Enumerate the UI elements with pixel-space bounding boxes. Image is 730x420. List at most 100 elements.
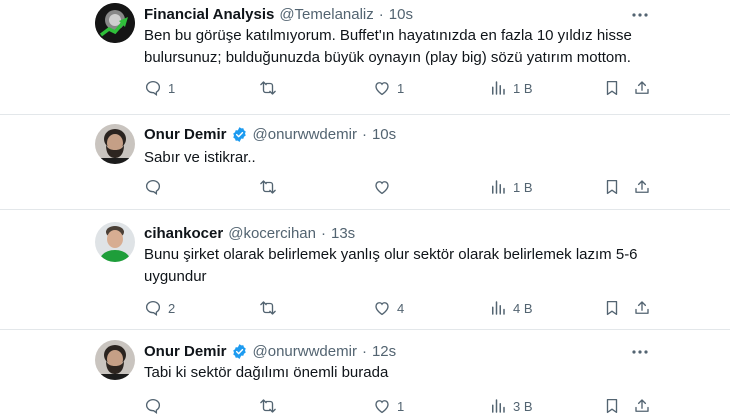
like-count: 1 (397, 398, 405, 414)
display-name[interactable]: Onur Demir (144, 343, 227, 360)
share-icon (635, 180, 649, 193)
bookmark-icon (606, 398, 618, 414)
reply-icon (145, 300, 161, 316)
more-icon (632, 350, 648, 354)
reply-button[interactable]: 1 (144, 78, 175, 98)
user-handle[interactable]: @Temelanaliz (279, 6, 373, 23)
tweet[interactable]: Onur Demir @onurwwdemir · 12s Tabi ki se… (0, 330, 730, 420)
heart-icon (375, 82, 389, 96)
like-button[interactable]: 1 (373, 396, 404, 416)
avatar[interactable] (95, 340, 135, 380)
timestamp[interactable]: 10s (372, 126, 396, 143)
tweet-text: Tabi ki sektör dağılımı önemli burada (144, 364, 389, 381)
heart-icon (375, 400, 389, 414)
reply-button[interactable] (144, 177, 168, 197)
tweet-text: Sabır ve istikrar.. (144, 149, 256, 166)
tweet-header: Onur Demir @onurwwdemir · 12s (144, 340, 396, 362)
tweet[interactable]: Onur Demir @onurwwdemir · 10s Sabır ve i… (0, 115, 730, 210)
timestamp[interactable]: 12s (372, 343, 396, 360)
bookmark-button[interactable] (603, 78, 621, 98)
more-options-button[interactable] (630, 5, 650, 25)
bookmark-button[interactable] (603, 396, 621, 416)
like-button[interactable]: 4 (373, 298, 404, 318)
display-name[interactable]: Financial Analysis (144, 6, 274, 23)
bookmark-button[interactable] (603, 298, 621, 318)
like-button[interactable]: 1 (373, 78, 404, 98)
bookmark-icon (606, 80, 618, 96)
view-count: 1 B (513, 179, 533, 195)
verified-badge-icon (232, 343, 246, 359)
separator: · (361, 125, 367, 143)
view-count: 4 B (513, 300, 533, 316)
like-count: 4 (397, 300, 405, 316)
share-icon (635, 81, 649, 94)
retweet-button[interactable] (259, 396, 283, 416)
tweet-text: Bunu şirket olarak belirlemek yanlış olu… (144, 246, 638, 285)
like-button[interactable] (373, 177, 397, 197)
share-button[interactable] (633, 298, 651, 318)
bar-chart-icon (492, 301, 505, 315)
heart-icon (375, 181, 389, 195)
tweet-actions: 1 3 B (144, 396, 654, 416)
avatar[interactable] (95, 3, 135, 43)
user-handle[interactable]: @onurwwdemir (253, 343, 357, 360)
chart-logo-icon (95, 3, 135, 43)
bookmark-icon (606, 179, 618, 195)
tweet-actions: 1 1 1 B (144, 78, 654, 98)
tweet-header: cihankocer @kocercihan · 13s (144, 222, 355, 244)
share-button[interactable] (633, 396, 651, 416)
reply-button[interactable]: 2 (144, 298, 175, 318)
retweet-button[interactable] (259, 298, 283, 318)
retweet-button[interactable] (259, 177, 283, 197)
bookmark-icon (606, 300, 618, 316)
retweet-button[interactable] (259, 78, 283, 98)
display-name[interactable]: cihankocer (144, 225, 223, 242)
views-button[interactable]: 1 B (489, 78, 533, 98)
tweet-header: Financial Analysis @Temelanaliz · 10s (144, 3, 413, 25)
more-icon (632, 13, 648, 17)
views-button[interactable]: 1 B (489, 177, 533, 197)
retweet-icon (260, 180, 276, 194)
views-button[interactable]: 3 B (489, 396, 533, 416)
man-avatar-icon (95, 222, 135, 262)
separator: · (378, 5, 384, 23)
bearded-man-avatar-icon (95, 340, 135, 380)
tweet[interactable]: cihankocer @kocercihan · 13s Bunu şirket… (0, 210, 730, 330)
reply-icon (145, 80, 161, 96)
bookmark-button[interactable] (603, 177, 621, 197)
share-icon (635, 399, 649, 412)
tweet-actions: 1 B (144, 177, 654, 197)
display-name[interactable]: Onur Demir (144, 126, 227, 143)
view-count: 1 B (513, 80, 533, 96)
timestamp[interactable]: 10s (389, 6, 413, 23)
tweet[interactable]: Financial Analysis @Temelanaliz · 10s Be… (0, 0, 730, 115)
views-button[interactable]: 4 B (489, 298, 533, 318)
share-button[interactable] (633, 177, 651, 197)
user-handle[interactable]: @onurwwdemir (253, 126, 357, 143)
view-count: 3 B (513, 398, 533, 414)
share-button[interactable] (633, 78, 651, 98)
like-count: 1 (397, 80, 405, 96)
heart-icon (375, 302, 389, 316)
bar-chart-icon (492, 399, 505, 413)
separator: · (321, 224, 326, 242)
reply-count: 2 (168, 300, 176, 316)
reply-count: 1 (168, 80, 176, 96)
bearded-man-avatar-icon (95, 124, 135, 164)
bar-chart-icon (492, 81, 505, 95)
reply-icon (145, 398, 161, 414)
more-options-button[interactable] (630, 342, 650, 362)
tweet-header: Onur Demir @onurwwdemir · 10s (144, 123, 396, 145)
reply-button[interactable] (144, 396, 168, 416)
timestamp[interactable]: 13s (331, 225, 355, 242)
verified-badge-icon (232, 126, 246, 142)
tweet-actions: 2 4 4 B (144, 298, 654, 318)
share-icon (635, 301, 649, 314)
avatar[interactable] (95, 222, 135, 262)
retweet-icon (260, 399, 276, 413)
reply-icon (145, 179, 161, 195)
separator: · (361, 342, 367, 360)
bar-chart-icon (492, 180, 505, 194)
avatar[interactable] (95, 124, 135, 164)
user-handle[interactable]: @kocercihan (228, 225, 316, 242)
